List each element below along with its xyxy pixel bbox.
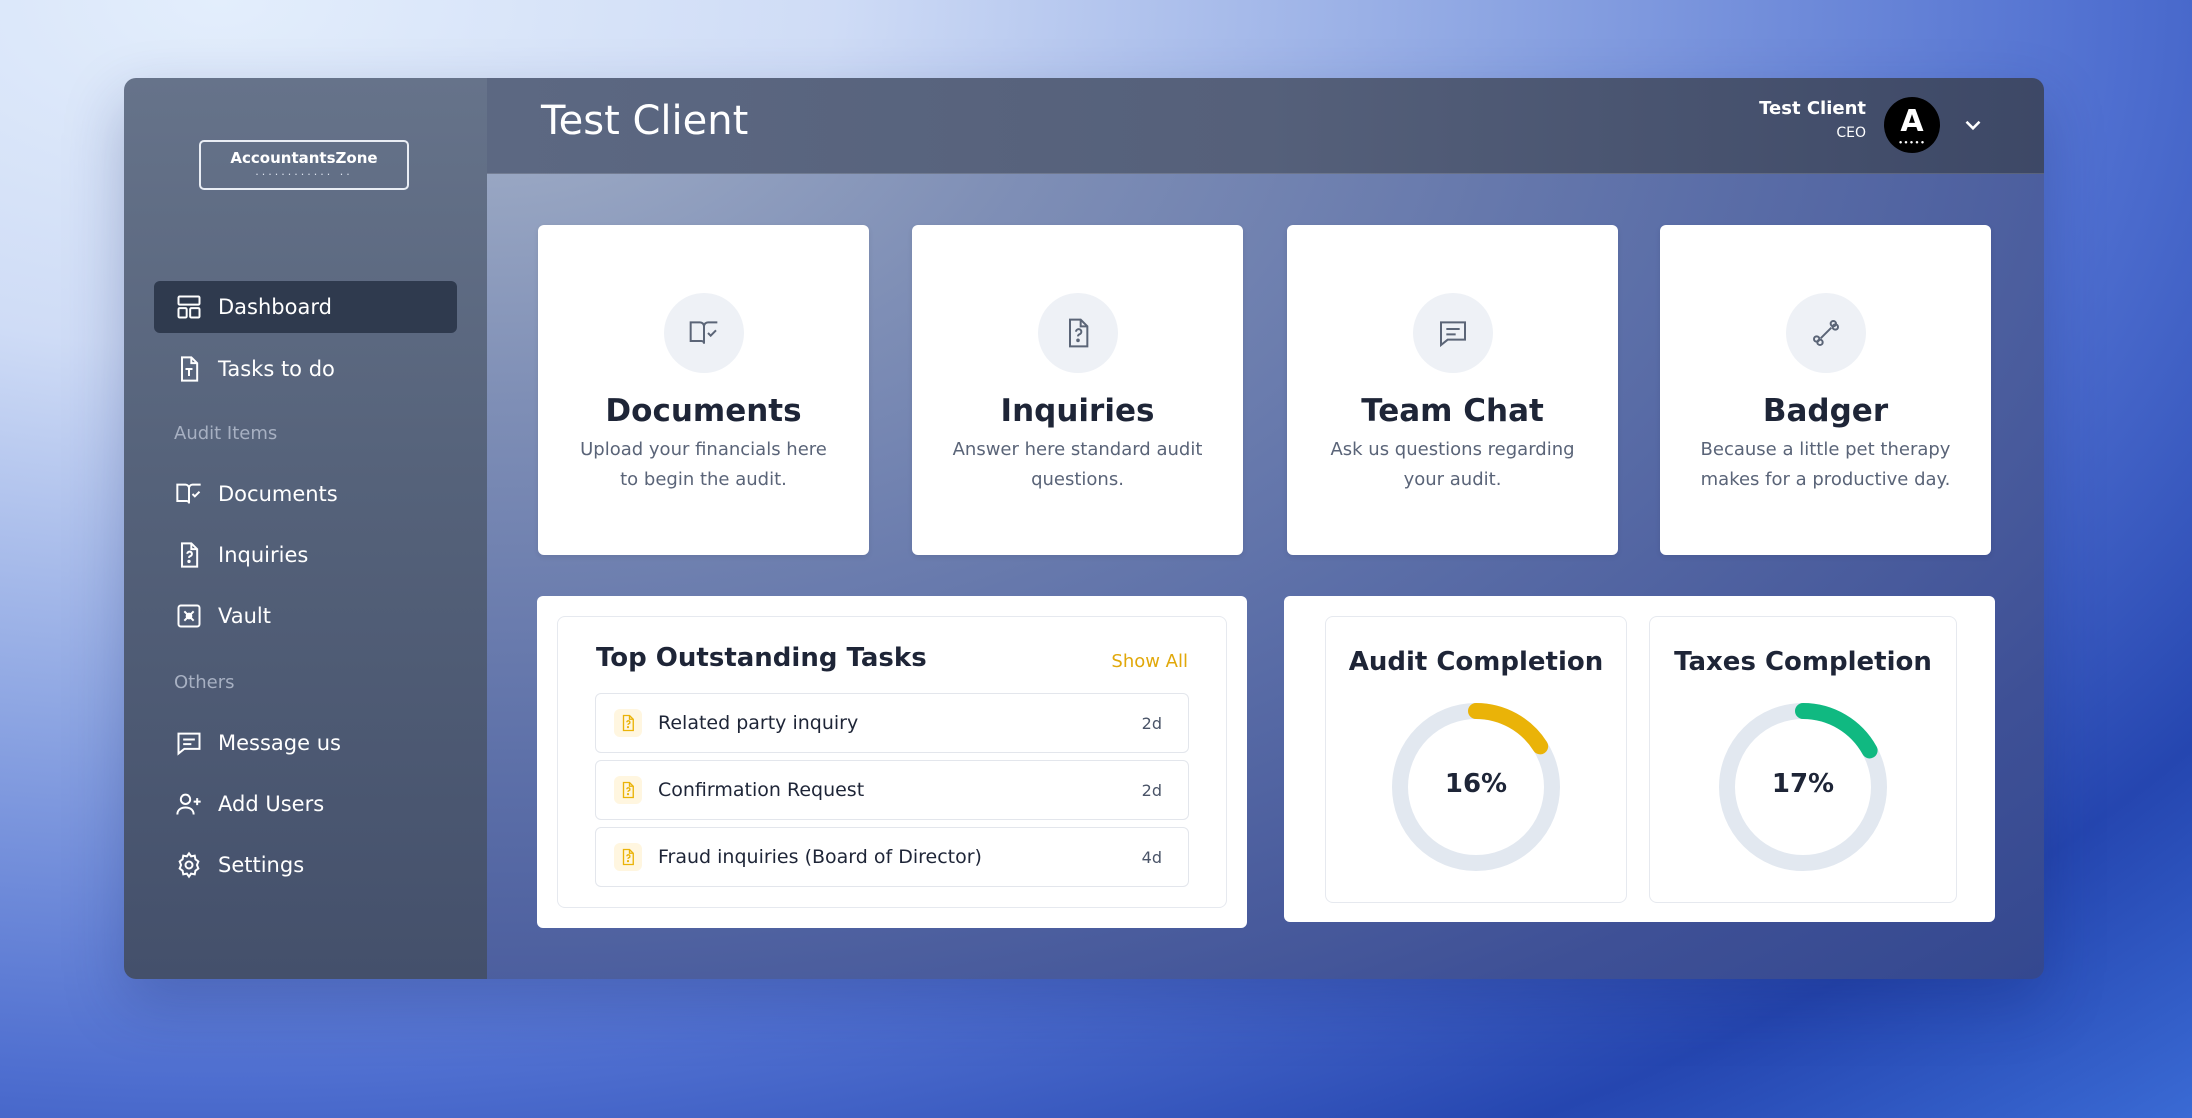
gauge-title: Audit Completion xyxy=(1348,647,1604,677)
task-age: 2d xyxy=(1141,713,1162,733)
user-role: CEO xyxy=(1836,125,1866,141)
question-file-icon xyxy=(614,776,642,804)
question-file-icon xyxy=(614,843,642,871)
sidebar-item-label: Add Users xyxy=(218,792,325,816)
gauge-title: Taxes Completion xyxy=(1674,647,1932,677)
user-name: Test Client xyxy=(1759,98,1866,119)
sidebar-item-label: Dashboard xyxy=(218,295,332,319)
sidebar-item-documents[interactable]: Documents xyxy=(154,468,457,520)
tasks-panel: Top Outstanding Tasks Show All Related p… xyxy=(537,596,1247,928)
task-name: Fraud inquiries (Board of Director) xyxy=(658,846,982,868)
avatar[interactable]: A ••••• xyxy=(1884,97,1940,153)
card-documents[interactable]: Documents Upload your financials here to… xyxy=(538,225,869,555)
logo[interactable]: AccountantsZone ............ .. xyxy=(199,140,409,190)
sidebar-item-message-us[interactable]: Message us xyxy=(154,717,457,769)
card-badger[interactable]: Badger Because a little pet therapy make… xyxy=(1660,225,1991,555)
layout-icon xyxy=(174,292,204,322)
card-title: Documents xyxy=(605,393,802,429)
show-all-link[interactable]: Show All xyxy=(1111,651,1188,672)
card-description: Upload your financials here to begin the… xyxy=(580,439,827,490)
chat-icon xyxy=(1412,293,1493,373)
card-description: Ask us questions regarding your audit. xyxy=(1330,439,1575,490)
book-check-icon xyxy=(174,479,204,509)
avatar-letter: A xyxy=(1900,104,1924,139)
chevron-down-icon[interactable] xyxy=(1960,112,1986,138)
card-team-chat[interactable]: Team Chat Ask us questions regarding you… xyxy=(1287,225,1618,555)
task-name: Confirmation Request xyxy=(658,779,865,801)
task-age: 2d xyxy=(1141,780,1162,800)
bone-icon xyxy=(1785,293,1866,373)
sidebar-item-label: Vault xyxy=(218,604,271,628)
sidebar-item-label: Tasks to do xyxy=(218,357,335,381)
task-row[interactable]: Related party inquiry 2d xyxy=(595,693,1189,753)
sidebar: AccountantsZone ............ .. Dashboar… xyxy=(124,78,487,979)
vault-icon xyxy=(174,601,204,631)
app-window: AccountantsZone ............ .. Dashboar… xyxy=(124,78,2044,979)
tasks-title: Top Outstanding Tasks xyxy=(596,643,927,673)
task-name: Related party inquiry xyxy=(658,712,859,734)
gauge-value: 16% xyxy=(1444,769,1508,799)
card-title: Inquiries xyxy=(1000,393,1155,429)
main-content: Test Client Test Client CEO A ••••• Docu… xyxy=(487,78,2044,979)
sidebar-item-inquiries[interactable]: Inquiries xyxy=(154,529,457,581)
task-file-icon xyxy=(174,354,204,384)
sidebar-item-dashboard[interactable]: Dashboard xyxy=(154,281,457,333)
avatar-dots: ••••• xyxy=(1898,139,1926,147)
book-check-icon xyxy=(663,293,744,373)
audit-completion-card: Audit Completion 16% xyxy=(1325,616,1627,903)
sidebar-item-label: Message us xyxy=(218,731,341,755)
sidebar-item-add-users[interactable]: Add Users xyxy=(154,778,457,830)
card-description: Because a little pet therapy makes for a… xyxy=(1700,439,1951,490)
section-label-audit: Audit Items xyxy=(174,423,278,444)
sidebar-item-label: Settings xyxy=(218,853,305,877)
sidebar-item-vault[interactable]: Vault xyxy=(154,590,457,642)
card-inquiries[interactable]: Inquiries Answer here standard audit que… xyxy=(912,225,1243,555)
taxes-completion-card: Taxes Completion 17% xyxy=(1649,616,1957,903)
card-title: Badger xyxy=(1762,393,1889,429)
card-description: Answer here standard audit questions. xyxy=(952,439,1203,490)
gear-icon xyxy=(174,850,204,880)
question-file-icon xyxy=(614,709,642,737)
sidebar-item-settings[interactable]: Settings xyxy=(154,839,457,891)
task-row[interactable]: Confirmation Request 2d xyxy=(595,760,1189,820)
task-age: 4d xyxy=(1141,847,1162,867)
task-row[interactable]: Fraud inquiries (Board of Director) 4d xyxy=(595,827,1189,887)
top-bar: Test Client Test Client CEO A ••••• xyxy=(487,78,2044,174)
section-label-others: Others xyxy=(174,672,235,693)
gauge-value: 17% xyxy=(1771,769,1835,799)
question-file-icon xyxy=(174,540,204,570)
completion-panel: Audit Completion 16% Taxes Completion 17… xyxy=(1284,596,1995,922)
page-title: Test Client xyxy=(541,98,749,144)
sidebar-item-label: Documents xyxy=(218,482,338,506)
question-file-icon xyxy=(1037,293,1118,373)
card-title: Team Chat xyxy=(1361,393,1544,429)
user-plus-icon xyxy=(174,789,204,819)
sidebar-item-tasks[interactable]: Tasks to do xyxy=(154,343,457,395)
tasks-container: Top Outstanding Tasks Show All Related p… xyxy=(557,616,1227,908)
sidebar-item-label: Inquiries xyxy=(218,543,309,567)
message-icon xyxy=(174,728,204,758)
